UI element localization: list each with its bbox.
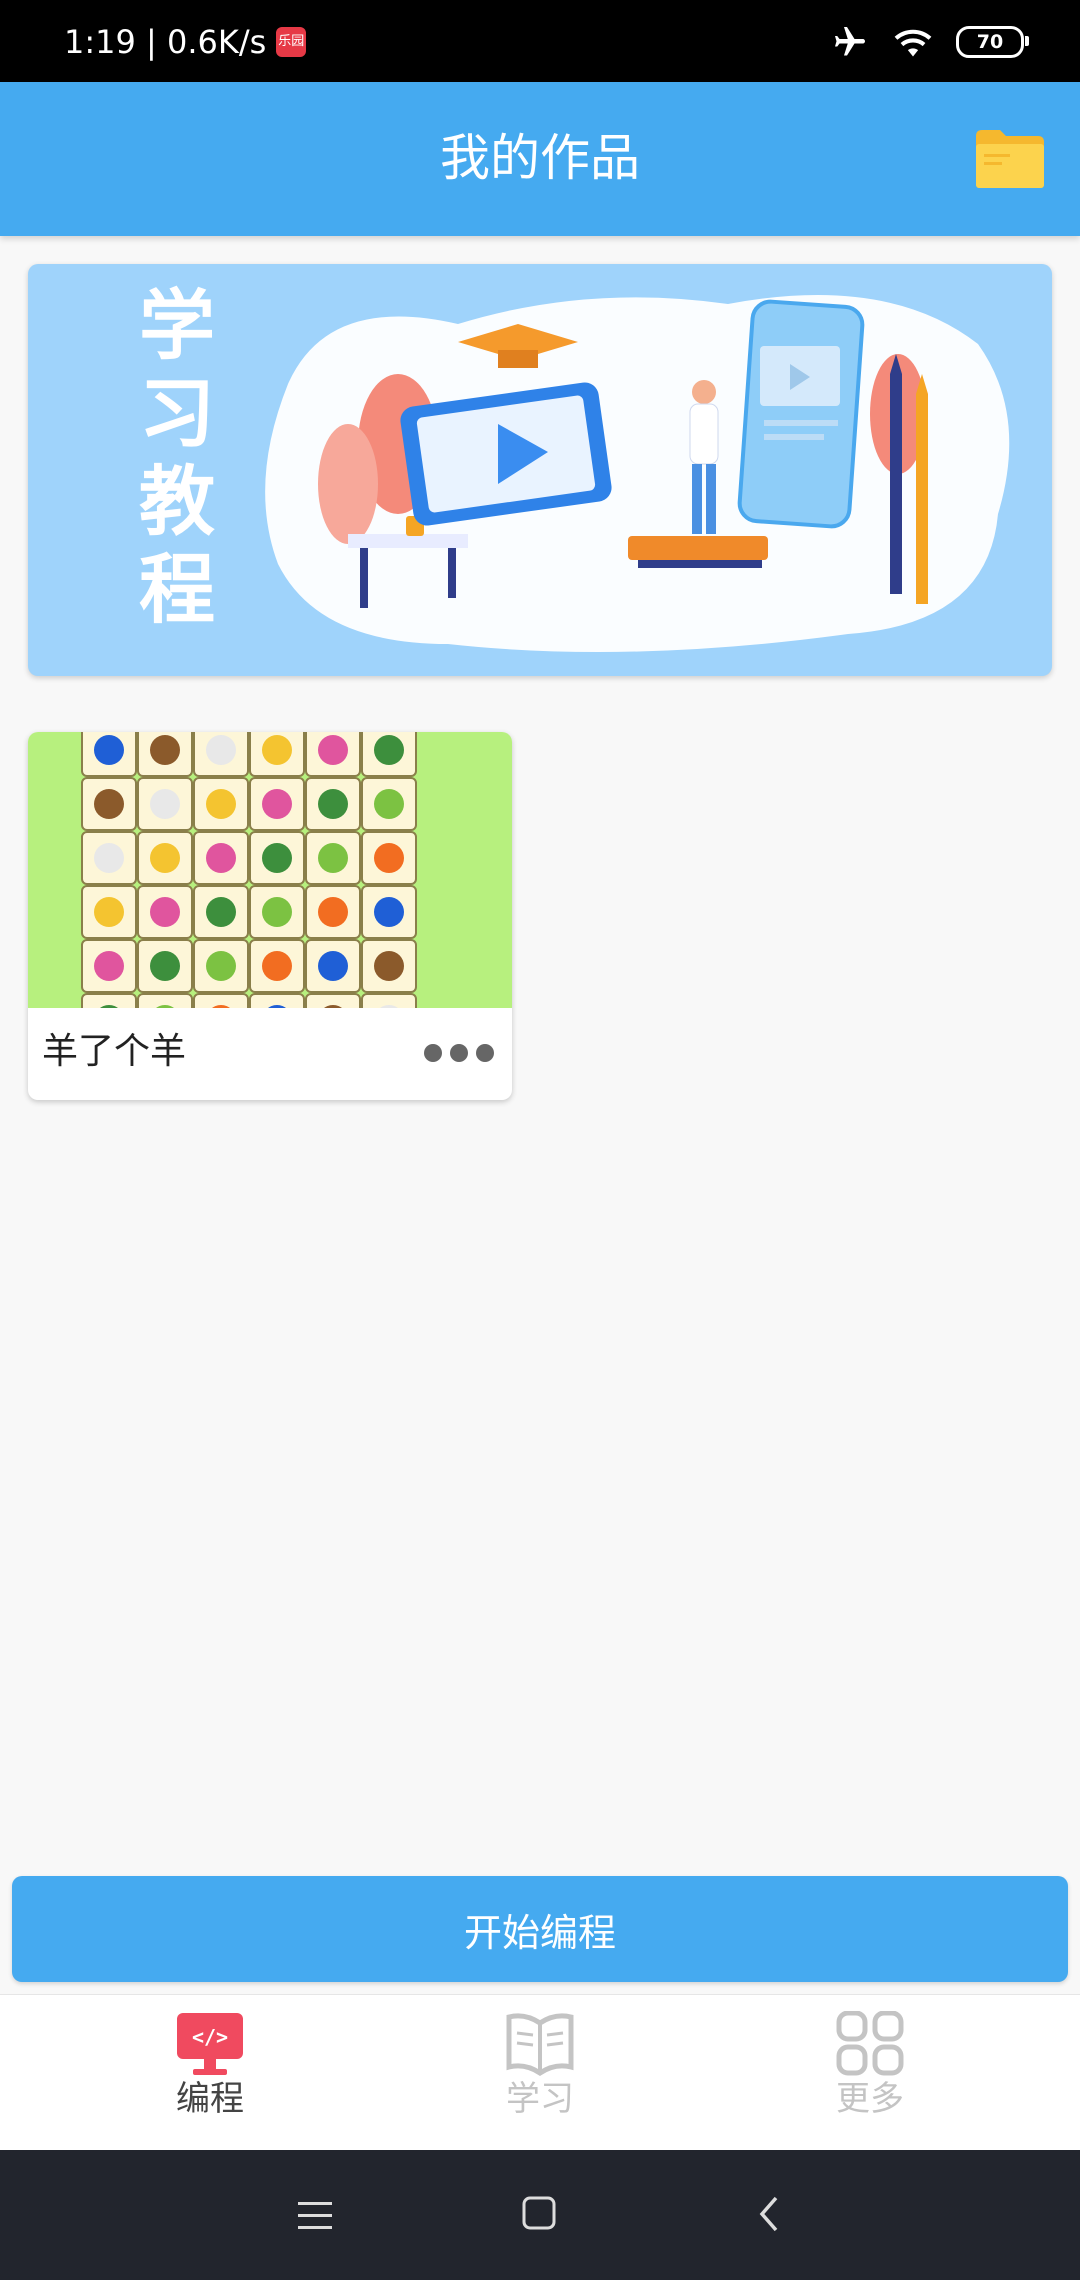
- tile-match-game-thumbnail: [28, 732, 512, 1047]
- game-tile-item: [262, 735, 292, 765]
- dot: [424, 1044, 442, 1062]
- game-tile-item: [94, 897, 124, 927]
- start-programming-button[interactable]: 开始编程: [12, 1876, 1068, 1982]
- tab-learning[interactable]: 学习: [440, 2011, 640, 2141]
- battery-level: 70: [976, 31, 1004, 53]
- game-tile-item: [262, 789, 292, 819]
- game-tile-item: [94, 789, 124, 819]
- app-notification-icon: 乐园: [276, 27, 307, 57]
- tutorial-video-illustration: [265, 295, 1010, 652]
- status-left: 1:19 | 0.6K/s 乐园: [64, 20, 307, 64]
- game-tile-item: [150, 735, 180, 765]
- folder-icon: [976, 130, 1044, 188]
- battery-icon: 70: [956, 26, 1029, 58]
- game-tile-item: [318, 735, 348, 765]
- game-tile-item: [318, 951, 348, 981]
- game-tile-item: [206, 843, 236, 873]
- grid-icon: [836, 2011, 904, 2076]
- game-tile-item: [150, 789, 180, 819]
- menu-icon[interactable]: [296, 2198, 336, 2234]
- tab-programming[interactable]: </> 编程: [110, 2011, 310, 2141]
- game-tile-item: [374, 789, 404, 819]
- game-tile-item: [262, 897, 292, 927]
- tab-more[interactable]: 更多: [770, 2011, 970, 2141]
- bottom-navigation: </> 编程 学习 更多: [0, 1994, 1080, 2151]
- game-tile-item: [374, 897, 404, 927]
- game-tile-item: [374, 735, 404, 765]
- back-icon[interactable]: [754, 2194, 784, 2234]
- game-tile-item: [318, 843, 348, 873]
- work-title: 羊了个羊: [42, 1031, 187, 1072]
- status-bar: 1:19 | 0.6K/s 乐园 70: [0, 0, 1080, 82]
- game-tile-item: [206, 789, 236, 819]
- game-tile-item: [206, 735, 236, 765]
- app-bar: 我的作品: [0, 82, 1080, 236]
- work-card[interactable]: 羊了个羊: [28, 732, 512, 1100]
- tile-grid: [81, 732, 417, 1047]
- game-tile-item: [150, 897, 180, 927]
- game-tile-item: [262, 843, 292, 873]
- game-tile-item: [318, 897, 348, 927]
- tab-label-learning: 学习: [506, 2079, 574, 2119]
- game-tile-item: [206, 951, 236, 981]
- game-tile-item: [94, 735, 124, 765]
- game-tile-item: [150, 951, 180, 981]
- game-tile-item: [262, 951, 292, 981]
- status-time-speed: 1:19 | 0.6K/s: [64, 23, 267, 61]
- page-title: 我的作品: [440, 129, 640, 187]
- airplane-mode-icon: [835, 27, 865, 56]
- game-tile-item: [374, 951, 404, 981]
- more-dots-icon[interactable]: [424, 1030, 494, 1076]
- tab-label-programming: 编程: [176, 2079, 244, 2119]
- home-icon[interactable]: [520, 2194, 560, 2234]
- code-monitor-icon: </>: [177, 2013, 243, 2075]
- tab-label-more: 更多: [836, 2079, 904, 2119]
- game-tile-item: [150, 843, 180, 873]
- game-tile-item: [206, 897, 236, 927]
- svg-text:</>: </>: [192, 2025, 228, 2049]
- dot: [450, 1044, 468, 1062]
- book-icon: [506, 2013, 574, 2077]
- game-tile-item: [318, 789, 348, 819]
- status-right: 70: [830, 24, 1029, 60]
- tutorial-banner[interactable]: 学习教程: [28, 264, 1052, 676]
- game-tile-item: [94, 951, 124, 981]
- game-tile-item: [374, 843, 404, 873]
- system-navigation-bar: [0, 2150, 1080, 2280]
- folder-button[interactable]: [974, 126, 1046, 192]
- dot: [476, 1044, 494, 1062]
- game-tile-item: [94, 843, 124, 873]
- wifi-icon: [894, 29, 932, 57]
